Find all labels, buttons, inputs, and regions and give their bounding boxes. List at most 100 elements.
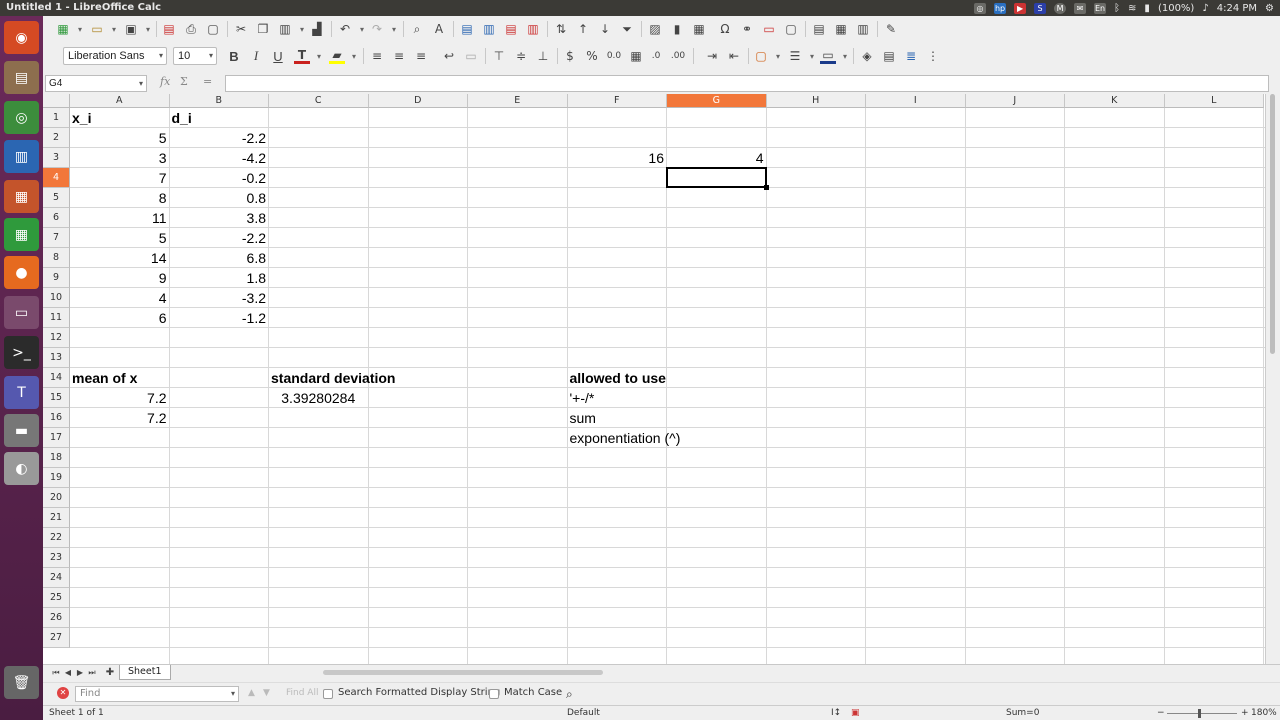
chrome-tray-icon[interactable]: ◎: [974, 2, 987, 14]
battery-icon[interactable]: ▮: [1144, 3, 1150, 14]
image-icon[interactable]: ▨: [647, 21, 663, 37]
cell-b11[interactable]: -1.2: [170, 308, 269, 328]
headers-footers-icon[interactable]: ▢: [783, 21, 799, 37]
row-header-2[interactable]: 2: [43, 128, 70, 148]
teams-icon[interactable]: T: [4, 376, 39, 409]
find-previous-icon[interactable]: ▲: [248, 688, 255, 698]
row-header-20[interactable]: 20: [43, 488, 70, 508]
delete-row-icon[interactable]: ▤: [503, 21, 519, 37]
last-sheet-icon[interactable]: ⏭: [87, 667, 97, 679]
match-case-checkbox[interactable]: [489, 689, 499, 699]
add-sheet-icon[interactable]: ✚: [105, 667, 115, 679]
align-top-icon[interactable]: ⊤: [491, 48, 507, 64]
cell-a16[interactable]: 7.2: [70, 408, 169, 428]
conditional-format-icon[interactable]: ▤: [881, 48, 897, 64]
cell-b10[interactable]: -3.2: [170, 288, 269, 308]
open-dropdown-icon[interactable]: ▾: [110, 21, 118, 37]
formula-input[interactable]: [225, 75, 1269, 92]
bold-button[interactable]: B: [226, 48, 242, 64]
chevron-down-icon[interactable]: ▾: [209, 48, 213, 64]
formula-icon[interactable]: =: [203, 75, 212, 88]
align-left-icon[interactable]: ≡: [369, 48, 385, 64]
freeze-rows-icon[interactable]: ▦: [833, 21, 849, 37]
calc-icon[interactable]: ▦: [4, 218, 39, 251]
cell-b6[interactable]: 3.8: [170, 208, 269, 228]
cell-f17[interactable]: exponentiation (^): [568, 428, 683, 448]
volume-icon[interactable]: ♪: [1202, 3, 1208, 14]
row-header-15[interactable]: 15: [43, 388, 70, 408]
increase-indent-icon[interactable]: ⇥: [704, 48, 720, 64]
autofilter-icon[interactable]: ⏷: [619, 21, 635, 37]
cell-b5[interactable]: 0.8: [170, 188, 269, 208]
row-header-14[interactable]: 14: [43, 368, 70, 388]
save-icon[interactable]: ▣: [123, 21, 139, 37]
ubuntu-dash-icon[interactable]: ◉: [4, 21, 39, 54]
cell-b2[interactable]: -2.2: [170, 128, 269, 148]
cell-a11[interactable]: 6: [70, 308, 169, 328]
font-size-box[interactable]: 10 ▾: [173, 47, 217, 65]
chart-icon[interactable]: ▮: [669, 21, 685, 37]
font-name-box[interactable]: Liberation Sans ▾: [63, 47, 167, 65]
cell-a1[interactable]: x_i: [70, 108, 93, 128]
chevron-down-icon[interactable]: ▾: [231, 687, 235, 701]
row-header-7[interactable]: 7: [43, 228, 70, 248]
row-header-4[interactable]: 4: [43, 168, 70, 188]
clock[interactable]: 4:24 PM: [1217, 3, 1257, 14]
vertical-scrollbar[interactable]: [1265, 94, 1280, 670]
paste-icon[interactable]: ▥: [277, 21, 293, 37]
row-header-27[interactable]: 27: [43, 628, 70, 648]
column-header-a[interactable]: A: [70, 94, 170, 108]
undo-dropdown-icon[interactable]: ▾: [358, 21, 366, 37]
row-header-10[interactable]: 10: [43, 288, 70, 308]
row-header-21[interactable]: 21: [43, 508, 70, 528]
row-header-13[interactable]: 13: [43, 348, 70, 368]
cell-b9[interactable]: 1.8: [170, 268, 269, 288]
message-tray-icon[interactable]: ✉: [1074, 2, 1087, 14]
function-wizard-icon[interactable]: fx: [160, 75, 170, 88]
new-dropdown-icon[interactable]: ▾: [76, 21, 84, 37]
name-box[interactable]: G4 ▾: [45, 75, 147, 92]
border-style-icon[interactable]: ☰: [787, 48, 803, 64]
more-options-icon[interactable]: ⋮: [925, 48, 941, 64]
border-color-icon[interactable]: ▭: [820, 48, 836, 64]
page-style[interactable]: Default: [567, 708, 600, 718]
horizontal-scroll-thumb[interactable]: [323, 670, 603, 675]
hp-tray-icon[interactable]: hp: [994, 2, 1007, 14]
column-header-e[interactable]: E: [468, 94, 568, 108]
undo-icon[interactable]: ↶: [337, 21, 353, 37]
align-bottom-icon[interactable]: ⊥: [535, 48, 551, 64]
autofill-handle[interactable]: [763, 185, 769, 190]
row-header-23[interactable]: 23: [43, 548, 70, 568]
select-all-corner[interactable]: [43, 94, 70, 108]
row-header-19[interactable]: 19: [43, 468, 70, 488]
highlight-dropdown-icon[interactable]: ▾: [350, 48, 358, 64]
writer-icon[interactable]: ▥: [4, 140, 39, 173]
workspace-icon[interactable]: ▭: [4, 296, 39, 329]
cell-a14[interactable]: mean of x: [70, 368, 139, 388]
cell-a9[interactable]: 9: [70, 268, 169, 288]
bluetooth-icon[interactable]: ᛒ: [1114, 3, 1120, 14]
border-style-dropdown-icon[interactable]: ▾: [808, 48, 816, 64]
cell-a8[interactable]: 14: [70, 248, 169, 268]
currency-button[interactable]: $: [562, 48, 578, 64]
decrease-indent-icon[interactable]: ⇤: [726, 48, 742, 64]
keyboard-layout-icon[interactable]: En: [1094, 2, 1107, 14]
italic-button[interactable]: I: [248, 48, 264, 64]
redo-dropdown-icon[interactable]: ▾: [390, 21, 398, 37]
find-replace-dialog-icon[interactable]: ⌕: [566, 687, 573, 702]
cell-a10[interactable]: 4: [70, 288, 169, 308]
chevron-down-icon[interactable]: ▾: [159, 48, 163, 64]
cell-g3[interactable]: 4: [667, 148, 766, 168]
merge-cells-icon[interactable]: ▭: [463, 48, 479, 64]
find-input[interactable]: Find ▾: [75, 686, 239, 702]
row-header-22[interactable]: 22: [43, 528, 70, 548]
row-header-16[interactable]: 16: [43, 408, 70, 428]
find-all-button[interactable]: Find All: [286, 688, 318, 698]
row-header-3[interactable]: 3: [43, 148, 70, 168]
row-header-26[interactable]: 26: [43, 608, 70, 628]
cell-a6[interactable]: 11: [70, 208, 169, 228]
zoom-slider[interactable]: [1167, 713, 1237, 714]
column-header-h[interactable]: H: [766, 94, 866, 108]
wrap-text-icon[interactable]: ↩: [441, 48, 457, 64]
row-header-1[interactable]: 1: [43, 108, 70, 128]
